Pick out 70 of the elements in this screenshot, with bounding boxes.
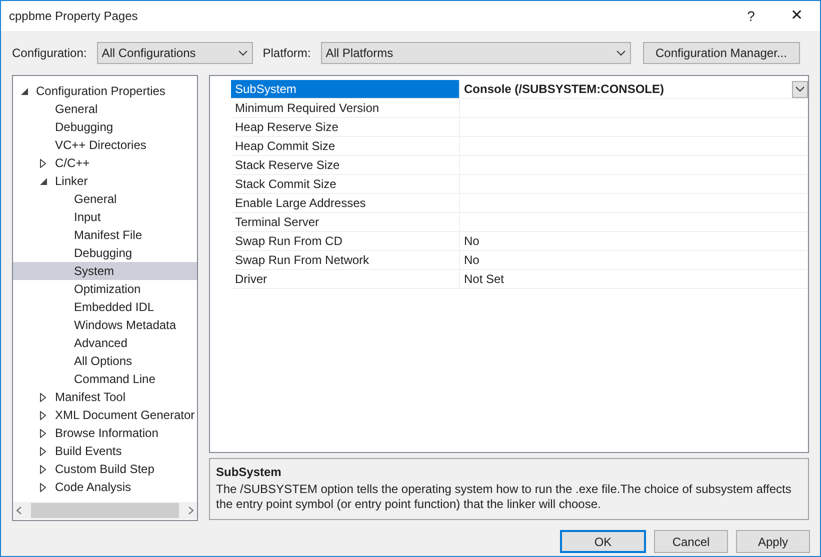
tree-item[interactable]: Manifest Tool [13, 388, 197, 406]
tree-item[interactable]: Input [13, 208, 197, 226]
property-name: Heap Commit Size [231, 137, 460, 155]
configuration-label: Configuration: [12, 45, 87, 62]
property-name: Stack Commit Size [231, 175, 460, 193]
property-row[interactable]: Minimum Required Version [231, 99, 808, 118]
property-name: Minimum Required Version [231, 99, 460, 117]
tree-item[interactable]: Embedded IDL [13, 298, 197, 316]
tree-item[interactable]: Linker [13, 172, 197, 190]
description-text: The /SUBSYSTEM option tells the operating system how to run the .exe file.The choice of subsystem affects the entry point symbol (or entry point function) that the linker will choose. [216, 482, 792, 512]
property-row[interactable]: Terminal Server [231, 213, 808, 232]
tree-item[interactable]: VC++ Directories [13, 136, 197, 154]
tree-item[interactable]: C/C++ [13, 154, 197, 172]
configuration-manager-button[interactable]: Configuration Manager... [642, 42, 800, 64]
tree-item[interactable]: XML Document Generator [13, 406, 197, 424]
property-name: Enable Large Addresses [231, 194, 460, 212]
expanded-triangle-icon[interactable] [21, 88, 28, 94]
dialog-button[interactable]: OK [560, 530, 646, 553]
platform-dropdown[interactable]: All Platforms [320, 42, 631, 64]
tree-item[interactable]: Code Analysis [13, 478, 197, 496]
property-row[interactable]: Swap Run From Network No [231, 251, 808, 270]
scroll-left-icon[interactable] [16, 506, 22, 515]
platform-label: Platform: [262, 45, 311, 62]
tree-item[interactable]: Browse Information [13, 424, 197, 442]
tree-item[interactable]: System [13, 262, 197, 280]
close-button[interactable]: ✕ [774, 1, 820, 31]
property-row[interactable]: Enable Large Addresses [231, 194, 808, 213]
tree-item[interactable]: General [13, 190, 197, 208]
dialog-button[interactable]: Apply [736, 530, 810, 553]
tree-item[interactable]: Debugging [13, 244, 197, 262]
configuration-dropdown[interactable]: All Configurations [96, 42, 253, 64]
property-row[interactable]: Driver Not Set [231, 270, 808, 289]
property-name: Driver [231, 270, 460, 288]
collapsed-triangle-icon[interactable] [40, 158, 46, 168]
scrollbar-thumb[interactable] [31, 503, 179, 518]
property-row[interactable]: Stack Reserve Size [231, 156, 808, 175]
property-name: Swap Run From Network [231, 251, 460, 269]
help-button[interactable]: ? [728, 1, 774, 31]
property-name: Heap Reserve Size [231, 118, 460, 136]
scroll-right-icon[interactable] [188, 506, 194, 515]
property-value: Console (/SUBSYSTEM:CONSOLE) [464, 81, 664, 98]
window-title: cppbme Property Pages [9, 8, 139, 25]
tree-item[interactable]: Debugging [13, 118, 197, 136]
tree-item[interactable]: Custom Build Step [13, 460, 197, 478]
tree-item[interactable]: Advanced [13, 334, 197, 352]
property-name: Stack Reserve Size [231, 156, 460, 174]
property-row[interactable]: SubSystem Console (/SUBSYSTEM:CONSOLE) [231, 80, 808, 99]
tree-item[interactable]: Build Events [13, 442, 197, 460]
property-name: SubSystem [231, 80, 460, 98]
tree-item[interactable]: General [13, 100, 197, 118]
property-value: Not Set [464, 271, 504, 288]
property-name: Swap Run From CD [231, 232, 460, 250]
tree-item[interactable]: Manifest File [13, 226, 197, 244]
tree-item[interactable]: Configuration Properties [13, 82, 197, 100]
dialog-button[interactable]: Cancel [654, 530, 728, 553]
property-row[interactable]: Heap Commit Size [231, 137, 808, 156]
tree-item[interactable]: Optimization [13, 280, 197, 298]
expanded-triangle-icon[interactable] [40, 178, 47, 184]
property-row[interactable]: Swap Run From CD No [231, 232, 808, 251]
property-value: No [464, 233, 480, 250]
tree-item[interactable]: Windows Metadata [13, 316, 197, 334]
property-value: No [464, 252, 480, 269]
tree-item[interactable]: Command Line [13, 370, 197, 388]
description-title: SubSystem [216, 464, 282, 481]
value-dropdown-button[interactable] [792, 80, 808, 98]
property-row[interactable]: Stack Commit Size [231, 175, 808, 194]
property-row[interactable]: Heap Reserve Size [231, 118, 808, 137]
horizontal-scrollbar[interactable] [13, 502, 197, 519]
property-name: Terminal Server [231, 213, 460, 231]
tree-item[interactable]: All Options [13, 352, 197, 370]
